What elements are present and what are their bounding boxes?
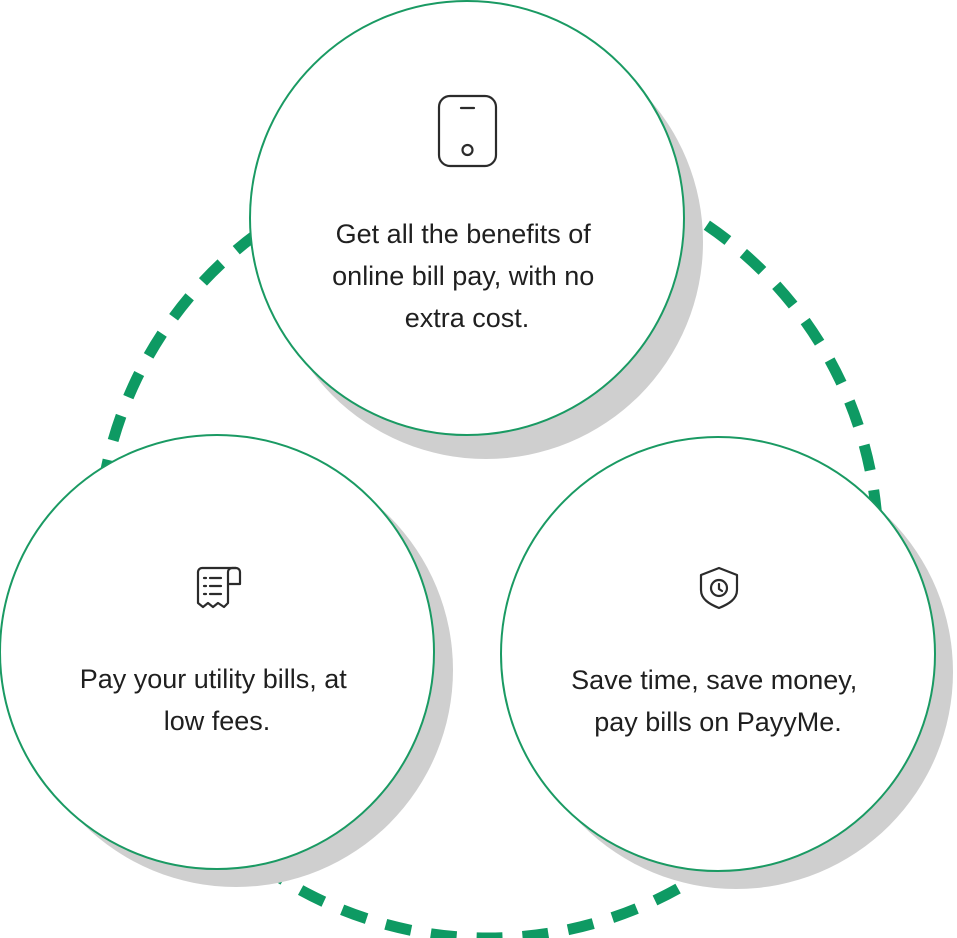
card-text-line: Get all the benefits of (336, 219, 592, 249)
card-text-line: Pay your utility bills, at (80, 664, 348, 694)
card-text-line: pay bills on PayyMe. (594, 707, 842, 737)
card-text-line: low fees. (164, 706, 271, 736)
benefit-card-utility: Pay your utility bills, at low fees. (0, 434, 453, 887)
card-circle (500, 436, 936, 872)
card-text-line: extra cost. (405, 303, 530, 333)
benefit-card-save: Save time, save money, pay bills on Payy… (500, 436, 953, 889)
benefit-card-online: Get all the benefits of online bill pay,… (249, 0, 703, 459)
card-text-line: Save time, save money, (571, 665, 857, 695)
benefits-diagram: Get all the benefits of online bill pay,… (0, 0, 953, 938)
card-circle (0, 434, 435, 870)
card-text-line: online bill pay, with no (332, 261, 594, 291)
card-circle (249, 0, 685, 436)
